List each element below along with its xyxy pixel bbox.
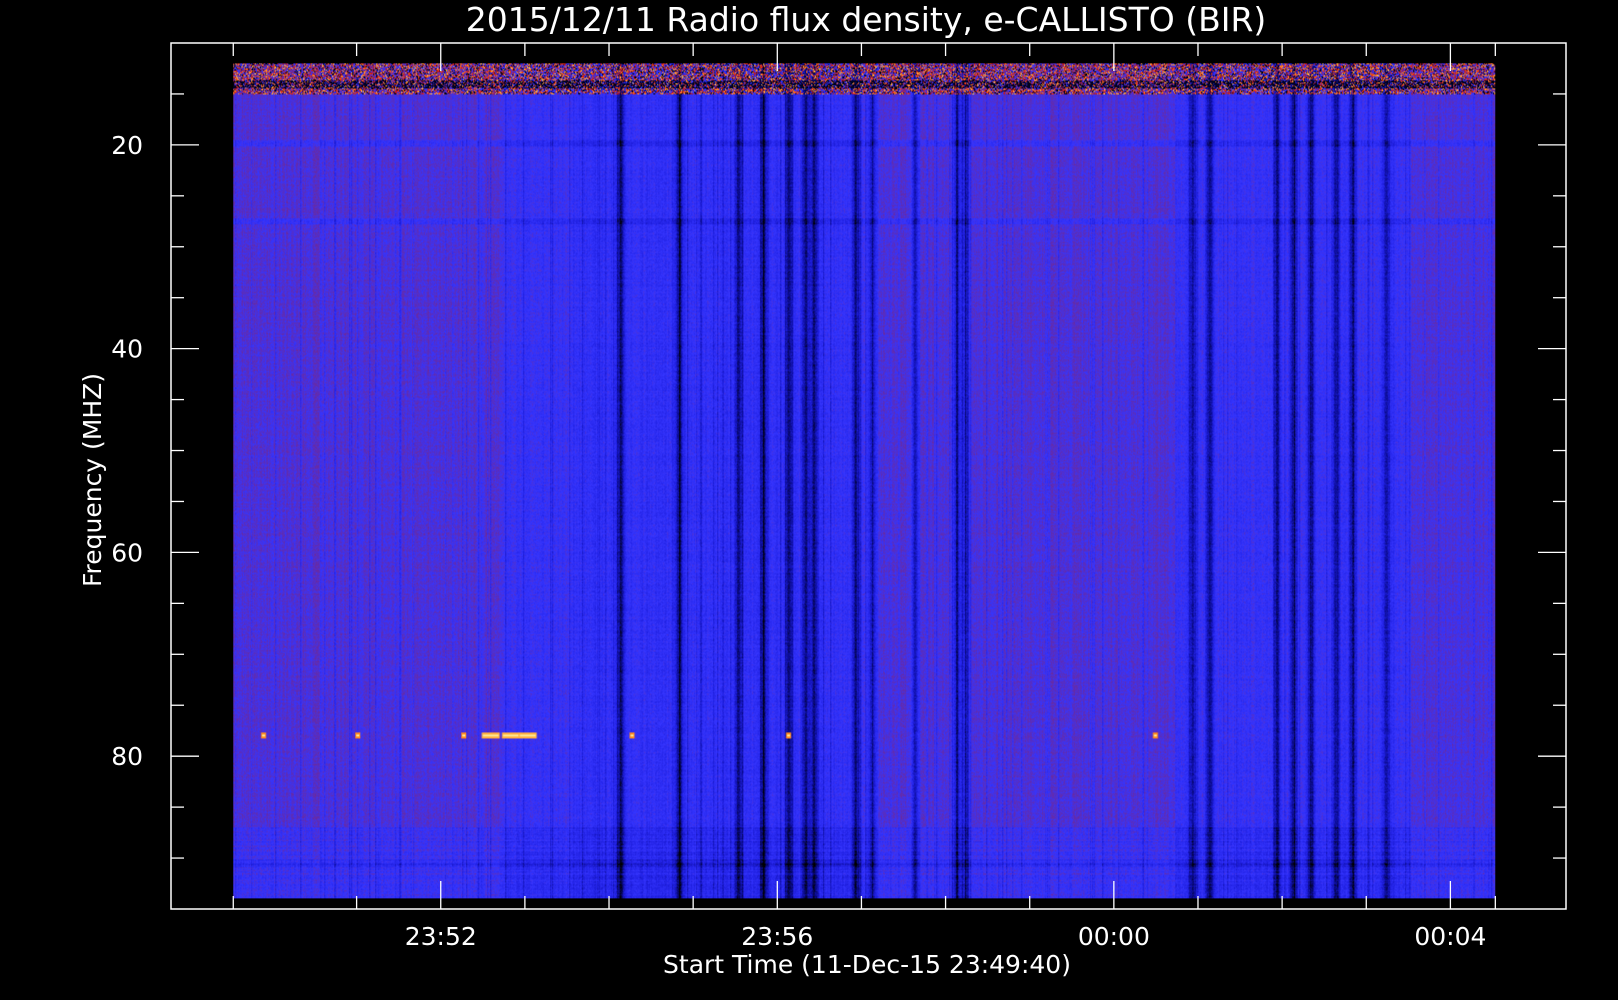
y-tick-label: 20 — [111, 131, 143, 160]
x-tick-label: 00:00 — [1078, 922, 1150, 951]
y-tick-label: 80 — [111, 742, 143, 771]
y-tick-label: 60 — [111, 538, 143, 567]
heatmap-image — [233, 63, 1496, 899]
x-tick-label: 23:56 — [741, 922, 813, 951]
y-tick-label: 40 — [111, 335, 143, 364]
heatmap — [233, 63, 1496, 899]
x-axis-title: Start Time (11-Dec-15 23:49:40) — [663, 950, 1071, 979]
chart-title: 2015/12/11 Radio flux density, e-CALLIST… — [466, 0, 1267, 39]
y-axis-title: Frequency (MHZ) — [78, 373, 107, 587]
x-tick-label: 00:04 — [1414, 922, 1486, 951]
x-tick-label: 23:52 — [405, 922, 477, 951]
spectrogram-chart: 2015/12/11 Radio flux density, e-CALLIST… — [0, 0, 1618, 1000]
